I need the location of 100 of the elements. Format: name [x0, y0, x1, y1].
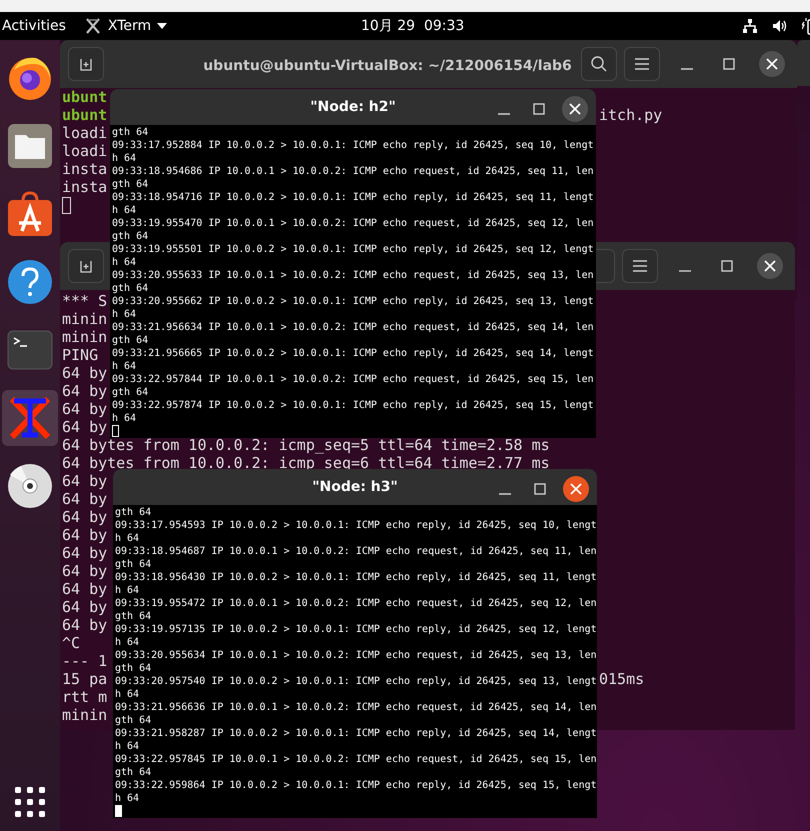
terminal-line: h 64	[115, 792, 140, 805]
maximize-icon	[534, 483, 546, 495]
app-menu[interactable]: XTerm	[84, 17, 168, 35]
terminal-line: minin	[62, 332, 108, 342]
terminal-line: 09:33:20.955662 IP 10.0.0.2 > 10.0.0.1: ICMP echo reply, id 26425, seq 13, lengt	[112, 295, 594, 308]
terminal-line: gth 64	[112, 126, 148, 139]
terminal-line: 09:33:21.956636 IP 10.0.0.1 > 10.0.0.2: ICMP echo request, id 26425, seq 14, len	[115, 701, 597, 714]
minimize-icon	[498, 113, 510, 115]
terminal-line: ubunt	[62, 92, 108, 102]
terminal-line: insta	[62, 164, 108, 174]
terminal-line: gth 64	[115, 714, 152, 727]
cursor	[112, 425, 119, 437]
close-icon	[764, 260, 776, 272]
terminal-line: gth 64	[112, 282, 148, 295]
terminal-line: h 64	[115, 740, 140, 753]
terminal-line: h 64	[112, 308, 136, 321]
maximize-icon	[533, 103, 545, 115]
terminal-line: h 64	[112, 256, 136, 269]
window-title: "Node: h2"	[310, 99, 396, 115]
terminal-line: gth 64	[112, 386, 148, 399]
app-grid-icon[interactable]	[15, 787, 45, 817]
terminal-line: 09:33:17.952884 IP 10.0.0.2 > 10.0.0.1: ICMP echo reply, id 26425, seq 10, lengt	[112, 139, 594, 152]
terminal-line: 09:33:17.954593 IP 10.0.0.2 > 10.0.0.1: ICMP echo reply, id 26425, seq 10, lengt	[115, 519, 597, 532]
terminal-line: loadi	[62, 128, 108, 138]
close-button[interactable]	[757, 253, 783, 279]
minimize-icon	[679, 270, 691, 272]
terminal-line: ^C	[62, 638, 80, 648]
terminal-line: h 64	[112, 360, 136, 373]
close-button[interactable]	[562, 96, 588, 122]
terminal-line: rtt m	[62, 692, 108, 702]
terminal-line: minin	[62, 710, 108, 720]
new-tab-button[interactable]	[68, 47, 104, 81]
new-tab-icon	[78, 56, 94, 72]
terminal-line: gth 64	[115, 766, 152, 779]
maximize-icon	[721, 260, 733, 272]
close-icon	[766, 58, 778, 70]
terminal-line: h 64	[112, 204, 136, 217]
terminal-line: 09:33:18.956430 IP 10.0.0.2 > 10.0.0.1: ICMP echo reply, id 26425, seq 11, lengt	[115, 571, 597, 584]
close-button[interactable]	[563, 476, 589, 502]
terminal-line: h 64	[115, 636, 140, 649]
terminal-line: 09:33:19.955472 IP 10.0.0.1 > 10.0.0.2: ICMP echo request, id 26425, seq 12, len	[115, 597, 597, 610]
terminal-line: 09:33:19.955501 IP 10.0.0.2 > 10.0.0.1: ICMP echo reply, id 26425, seq 12, lengt	[112, 243, 594, 256]
close-button[interactable]	[759, 51, 785, 77]
menu-button[interactable]	[624, 47, 660, 81]
caret-icon	[157, 23, 168, 29]
terminal-line: 09:33:22.957845 IP 10.0.0.1 > 10.0.0.2: ICMP echo request, id 26425, seq 15, len	[115, 753, 597, 766]
menu-icon	[632, 259, 648, 273]
terminal-line: gth 64	[112, 230, 148, 243]
terminal-line: minin	[62, 314, 108, 324]
search-icon	[590, 55, 608, 73]
help-icon	[7, 259, 53, 305]
shopping-bag-icon	[7, 191, 53, 237]
close-icon	[569, 103, 581, 115]
terminal-line: 09:33:18.954716 IP 10.0.0.2 > 10.0.0.1: ICMP echo reply, id 26425, seq 11, lengt	[112, 191, 594, 204]
new-tab-button[interactable]	[68, 249, 104, 283]
terminal-line: gth 64	[112, 178, 148, 191]
window-title: ubuntu@ubuntu-VirtualBox: ~/212006154/lab6	[203, 58, 572, 74]
terminal-line: 09:33:22.959864 IP 10.0.0.2 > 10.0.0.1: ICMP echo reply, id 26425, seq 15, lengt	[115, 779, 597, 792]
terminal-line: PING	[62, 350, 98, 360]
terminal-line: insta	[62, 182, 108, 192]
terminal-line: 09:33:22.957844 IP 10.0.0.1 > 10.0.0.2: ICMP echo request, id 26425, seq 15, len	[112, 373, 594, 386]
terminal-line: gth 64	[115, 506, 152, 519]
terminal-line: h 64	[115, 532, 140, 545]
activities-button[interactable]: Activities	[0, 18, 66, 34]
terminal-line: gth 64	[112, 334, 148, 347]
terminal-line: 09:33:20.955633 IP 10.0.0.1 > 10.0.0.2: ICMP echo request, id 26425, seq 13, len	[112, 269, 594, 282]
terminal-line: 015ms	[599, 674, 644, 684]
network-icon[interactable]	[742, 18, 758, 34]
terminal-line: ubunt	[62, 110, 108, 120]
terminal-line: 09:33:19.955470 IP 10.0.0.1 > 10.0.0.2: ICMP echo request, id 26425, seq 12, len	[112, 217, 594, 230]
terminal-line: 09:33:21.956634 IP 10.0.0.1 > 10.0.0.2: ICMP echo request, id 26425, seq 14, len	[112, 321, 594, 334]
close-icon	[570, 483, 582, 495]
terminal-line: h 64	[112, 412, 136, 425]
terminal-line: h 64	[115, 688, 140, 701]
terminal-line: gth 64	[115, 662, 152, 675]
window-title: "Node: h3"	[312, 479, 398, 495]
terminal-line: 09:33:22.957874 IP 10.0.0.2 > 10.0.0.1: ICMP echo reply, id 26425, seq 15, lengt	[112, 399, 594, 412]
terminal-line: 09:33:21.958287 IP 10.0.0.2 > 10.0.0.1: ICMP echo reply, id 26425, seq 14, lengt	[115, 727, 597, 740]
menu-icon	[634, 57, 650, 71]
clock[interactable]: 10月 29 09:33	[361, 18, 464, 34]
search-button[interactable]	[581, 47, 617, 81]
terminal-line: 09:33:21.956665 IP 10.0.0.2 > 10.0.0.1: ICMP echo reply, id 26425, seq 14, lengt	[112, 347, 594, 360]
terminal-line: h 64	[112, 152, 136, 165]
terminal-line: loadi	[62, 146, 108, 156]
terminal-line: --- 1	[62, 656, 108, 666]
terminal-line: gth 64	[115, 610, 152, 623]
folder-icon	[7, 123, 53, 169]
terminal-line: h 64	[115, 584, 140, 597]
cursor	[115, 805, 122, 817]
terminal-line: gth 64	[115, 558, 152, 571]
terminal-line: 09:33:20.957540 IP 10.0.0.2 > 10.0.0.1: ICMP echo reply, id 26425, seq 13, lengt	[115, 675, 597, 688]
maximize-icon	[723, 58, 735, 70]
terminal-line: 09:33:19.957135 IP 10.0.0.2 > 10.0.0.1: ICMP echo reply, id 26425, seq 12, lengt	[115, 623, 597, 636]
terminal-line: 09:33:18.954686 IP 10.0.0.1 > 10.0.0.2: ICMP echo request, id 26425, seq 11, len	[112, 165, 594, 178]
new-tab-icon	[78, 258, 94, 274]
xterm-icon	[84, 17, 102, 35]
menu-button[interactable]	[622, 249, 658, 283]
disc-icon	[7, 463, 53, 509]
volume-icon[interactable]	[772, 18, 788, 34]
terminal-line: *** S	[62, 296, 108, 306]
